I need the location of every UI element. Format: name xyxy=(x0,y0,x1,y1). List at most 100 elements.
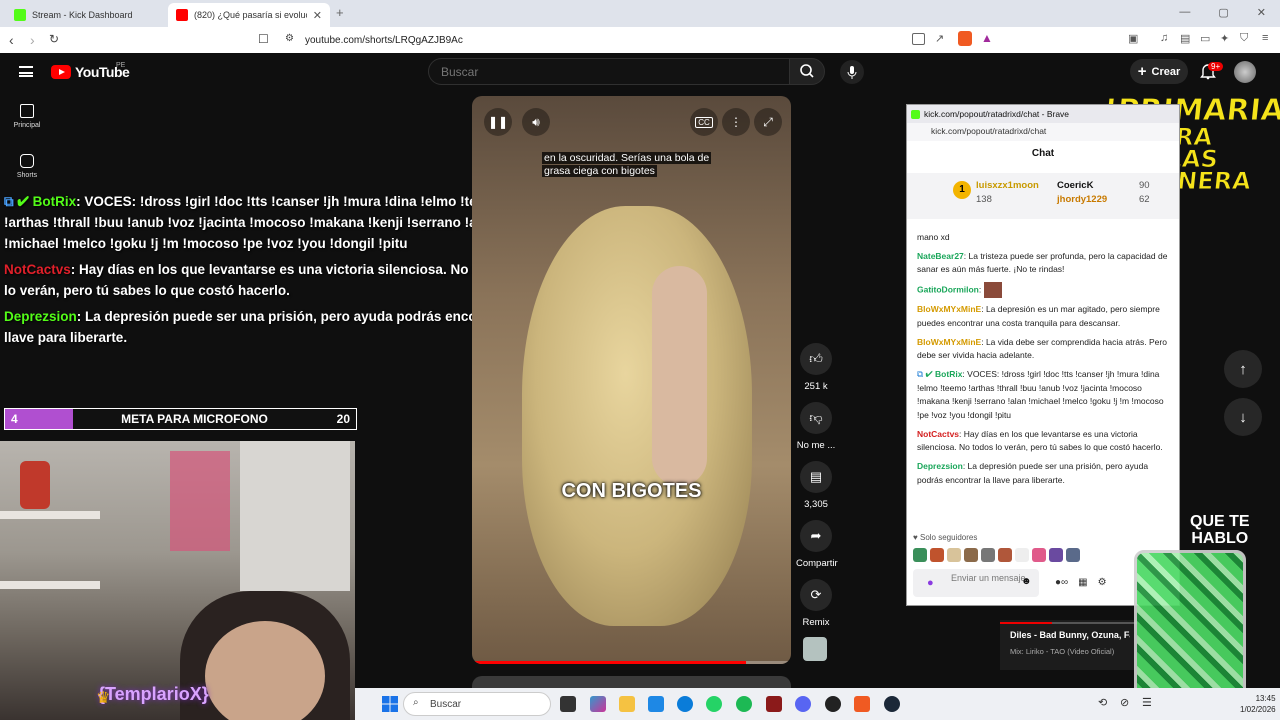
reading-list-icon[interactable]: ▤ xyxy=(1180,32,1190,45)
create-button[interactable]: + Crear xyxy=(1130,59,1188,84)
emoji-picker-icon[interactable]: ☻ xyxy=(1021,576,1032,587)
video-progress-bar[interactable] xyxy=(472,661,791,664)
chat-username[interactable]: BloWxMYxMinE xyxy=(917,337,981,347)
spotify-icon[interactable] xyxy=(736,696,752,712)
leo-icon[interactable]: ✦ xyxy=(1220,32,1229,45)
microphone-icon[interactable]: ● xyxy=(927,577,934,589)
emote[interactable] xyxy=(1032,548,1046,562)
chat-username[interactable]: NotCactvs xyxy=(917,429,959,439)
whatsapp-icon[interactable] xyxy=(706,696,722,712)
bookmark-icon[interactable]: ☐ xyxy=(258,32,269,46)
emote[interactable] xyxy=(930,548,944,562)
previous-short-button[interactable]: ↑ xyxy=(1224,350,1262,388)
close-tab-icon[interactable]: ✕ xyxy=(313,9,322,22)
edge-icon[interactable] xyxy=(677,696,693,712)
search-icon xyxy=(800,64,814,78)
nav-item-principal[interactable]: Principal xyxy=(10,104,44,129)
dota-icon[interactable] xyxy=(766,696,782,712)
account-avatar[interactable] xyxy=(1234,61,1256,83)
brave-rewards-icon[interactable]: ▲ xyxy=(981,31,993,45)
taskbar-search[interactable]: Buscar xyxy=(403,692,551,716)
store-icon[interactable] xyxy=(648,696,664,712)
settings-gear-icon[interactable]: ⚙ xyxy=(1098,577,1107,588)
sound-thumbnail[interactable] xyxy=(803,637,827,661)
emote[interactable] xyxy=(1066,548,1080,562)
chat-username[interactable]: NateBear27 xyxy=(917,251,964,261)
menu-icon[interactable]: ≡ xyxy=(1262,32,1268,44)
dislike-label: No me ... xyxy=(796,440,836,451)
chat-text: : xyxy=(978,284,982,295)
emote[interactable] xyxy=(1049,548,1063,562)
tray-icon[interactable]: ⟲ xyxy=(1098,696,1107,709)
minimize-icon[interactable]: — xyxy=(1179,6,1190,19)
hamburger-menu-icon[interactable] xyxy=(19,66,33,77)
chat-text: : Hay días en los que levantarse es una … xyxy=(4,262,509,298)
fullscreen-icon: ⤢ xyxy=(763,114,773,129)
like-button[interactable]: 👍︎ 251 k xyxy=(796,343,836,392)
store-icon[interactable]: ▦ xyxy=(1078,577,1087,588)
sidebar-icon[interactable]: ▣ xyxy=(1128,32,1138,45)
chat-username[interactable]: Deprezsion xyxy=(917,461,963,471)
taskbar-clock[interactable]: 13:45 1/02/2026 xyxy=(1240,693,1276,715)
search-input[interactable] xyxy=(428,58,790,85)
search-button[interactable] xyxy=(789,58,825,85)
like-count: 251 k xyxy=(804,381,828,392)
youtube-favicon-icon xyxy=(176,9,188,21)
nav-item-shorts[interactable]: Shorts xyxy=(10,154,44,179)
emote[interactable] xyxy=(981,548,995,562)
arrow-down-icon: ↓ xyxy=(1239,408,1247,426)
more-options-button[interactable]: ⋮ xyxy=(722,108,750,136)
address-bar[interactable]: youtube.com/shorts/LRQgAZJB9Ac xyxy=(305,35,463,46)
steam-icon[interactable] xyxy=(884,696,900,712)
captions-button[interactable]: CC xyxy=(690,108,718,136)
voice-search-button[interactable] xyxy=(840,60,864,84)
wallet-icon[interactable]: ▭ xyxy=(1200,32,1210,45)
volume-button[interactable]: 🔊︎ xyxy=(522,108,550,136)
reload-icon[interactable]: ↻ xyxy=(49,32,59,46)
chat-username[interactable]: GatitoDormilon xyxy=(917,284,979,294)
emote[interactable] xyxy=(947,548,961,562)
emote[interactable] xyxy=(1015,548,1029,562)
tray-icon[interactable]: ☰ xyxy=(1142,696,1152,709)
tray-icon[interactable]: ⊘ xyxy=(1120,696,1129,709)
copilot-icon[interactable] xyxy=(590,696,606,712)
share-page-icon[interactable]: ↗ xyxy=(935,32,944,45)
discord-icon[interactable] xyxy=(795,696,811,712)
file-explorer-icon[interactable] xyxy=(619,696,635,712)
power-ups-icon[interactable]: ●∞ xyxy=(1055,577,1068,588)
site-info-icon[interactable]: ⚙ xyxy=(285,33,294,44)
goal-current: 4 xyxy=(5,409,73,429)
maximize-icon[interactable]: ▢ xyxy=(1218,6,1228,19)
emote[interactable] xyxy=(964,548,978,562)
tab-kick-dashboard[interactable]: Stream - Kick Dashboard xyxy=(6,3,166,27)
new-tab-button[interactable]: + xyxy=(336,5,344,20)
cast-icon[interactable] xyxy=(912,33,925,45)
chat-username[interactable]: BloWxMYxMinE xyxy=(917,304,981,314)
leaderboard: 1 luisxzx1moon 138 CoericK 90 jhordy1229… xyxy=(907,173,1179,219)
chat-toolbar: ●∞ ▦ ⚙ xyxy=(1055,577,1107,588)
share-button[interactable]: ➦ Compartir xyxy=(796,520,838,569)
pause-button[interactable]: ❚❚ xyxy=(484,108,512,136)
emote[interactable] xyxy=(998,548,1012,562)
media-icon[interactable]: ♫ xyxy=(1160,32,1168,44)
brave-shield-icon[interactable] xyxy=(958,31,972,46)
back-icon[interactable]: ‹ xyxy=(9,32,14,48)
vpn-icon[interactable]: ⛉ xyxy=(1240,32,1248,45)
comments-button[interactable]: ▤ 3,305 xyxy=(796,461,836,510)
next-short-button[interactable]: ↓ xyxy=(1224,398,1262,436)
tab-youtube-short[interactable]: (820) ¿Qué pasaría si evoluciona ✕ xyxy=(168,3,330,27)
dislike-button[interactable]: 👎︎ No me ... xyxy=(796,402,836,451)
close-window-icon[interactable]: ✕ xyxy=(1257,6,1266,19)
obs-icon[interactable] xyxy=(825,696,841,712)
forward-icon[interactable]: › xyxy=(30,32,35,48)
search-icon: ⌕ xyxy=(413,697,419,708)
chat-username[interactable]: BotRix xyxy=(935,369,962,379)
remix-button[interactable]: ⟳ Remix xyxy=(796,579,836,628)
windows-start-icon[interactable] xyxy=(382,696,398,712)
recent-emotes xyxy=(913,548,1080,562)
shorts-video-player[interactable]: ❚❚ 🔊︎ CC ⋮ ⤢ en la oscuridad. Serías una… xyxy=(472,96,791,664)
fullscreen-button[interactable]: ⤢ xyxy=(754,108,782,136)
brave-icon[interactable] xyxy=(854,696,870,712)
task-view-icon[interactable] xyxy=(560,696,576,712)
emote[interactable] xyxy=(913,548,927,562)
